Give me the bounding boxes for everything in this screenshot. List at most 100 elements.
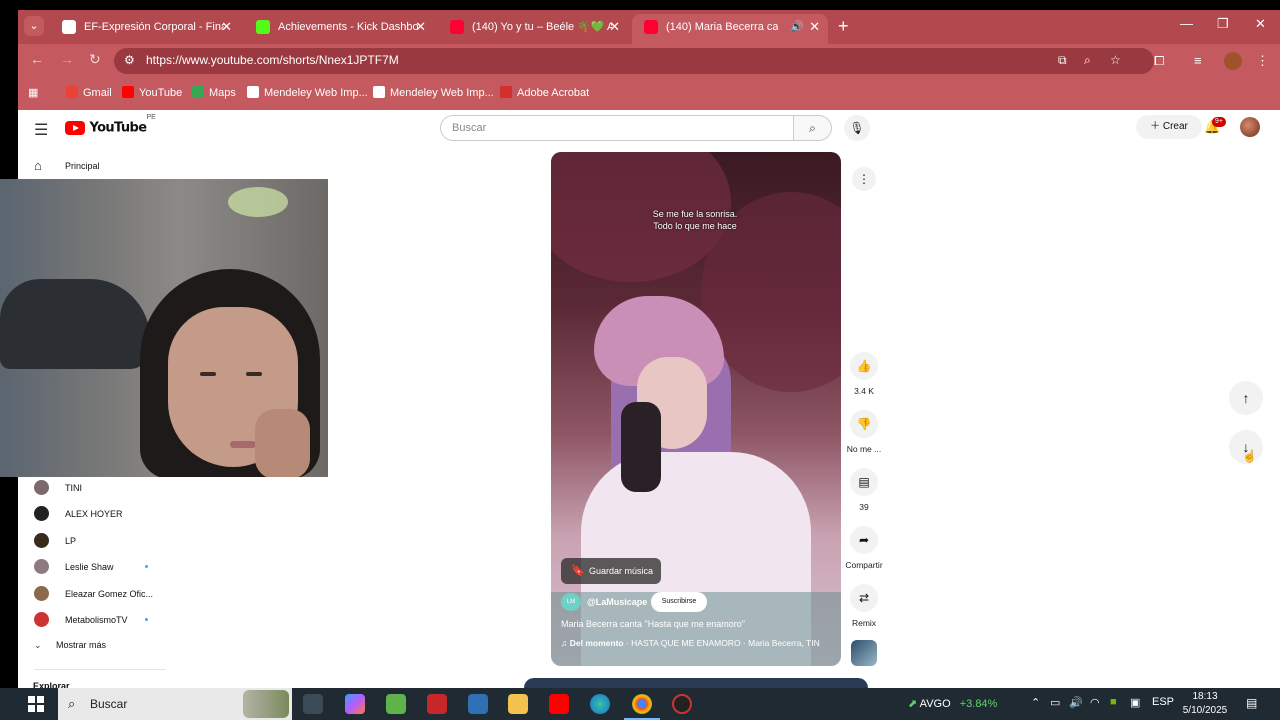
forward-icon[interactable]: → xyxy=(60,51,74,67)
search-icon: ⌕ xyxy=(809,121,816,135)
sound-thumbnail[interactable] xyxy=(851,640,877,666)
address-url: https://www.youtube.com/shorts/Nnex1JPTF… xyxy=(146,53,399,67)
tab-maria-becerra[interactable]: (140) Maria Becerra canta " 🔊 ✕ xyxy=(632,14,828,44)
install-app-icon[interactable]: ⧉ xyxy=(1058,53,1067,68)
app-icon[interactable] xyxy=(386,694,406,714)
bookmark-youtube[interactable]: YouTube xyxy=(122,86,182,99)
comments-action[interactable]: ▤ 39 xyxy=(839,468,889,512)
system-clock[interactable]: 18:13 5/10/2025 xyxy=(1180,690,1230,718)
previous-short-button[interactable]: ↑ xyxy=(1229,381,1263,415)
bookmark-mendeley-2[interactable]: Mendeley Web Imp... xyxy=(373,86,494,99)
apps-grid-icon[interactable]: ▦ xyxy=(28,86,38,99)
stock-widget[interactable]: ⬈ AVGO +3.84% xyxy=(908,697,997,710)
bookmark-adobe-acrobat[interactable]: Adobe Acrobat xyxy=(500,86,589,99)
acrobat-icon[interactable] xyxy=(427,694,447,714)
battery-icon[interactable]: ▭ xyxy=(1050,696,1060,709)
file-explorer-icon[interactable] xyxy=(508,694,528,714)
maps-icon xyxy=(192,86,204,98)
dislike-action[interactable]: 👎 No me ... xyxy=(839,410,889,454)
language-indicator[interactable]: ESP xyxy=(1152,696,1174,708)
tab-kick-dashboard[interactable]: Achievements - Kick Dashboard ✕ xyxy=(244,14,434,40)
subscription-leslie-shaw[interactable]: Leslie Shaw xyxy=(34,559,184,575)
bookmark-maps[interactable]: Maps xyxy=(192,86,236,99)
new-tab-button[interactable]: + xyxy=(838,16,849,36)
channel-handle[interactable]: @LaMusicape xyxy=(587,597,647,607)
menu-kebab-icon[interactable]: ⋮ xyxy=(1256,53,1269,69)
subscription-tini[interactable]: TINI xyxy=(34,480,184,496)
meet-icon[interactable]: ▣ xyxy=(1130,696,1140,709)
bookmark-mendeley-1[interactable]: Mendeley Web Imp... xyxy=(247,86,368,99)
back-icon[interactable]: ← xyxy=(30,51,44,67)
tab-close-icon[interactable]: ✕ xyxy=(609,14,620,40)
address-bar[interactable]: ⚙ https://www.youtube.com/shorts/Nnex1JP… xyxy=(114,48,1154,74)
channel-name: ALEX HOYER xyxy=(65,509,123,519)
share-action[interactable]: ➦ Compartir xyxy=(839,526,889,570)
chrome-icon[interactable] xyxy=(624,694,660,720)
bookmark-label: Gmail xyxy=(83,87,112,99)
tab-expresion-corporal[interactable]: EF-Expresión Corporal - Final E ✕ xyxy=(50,14,240,40)
hamburger-menu-icon[interactable]: ☰ xyxy=(34,120,48,140)
tab-close-icon[interactable]: ✕ xyxy=(221,14,232,40)
edge-icon[interactable] xyxy=(590,694,610,714)
taskbar-search-input[interactable]: ⌕ Buscar xyxy=(58,688,292,720)
thumbs-down-icon[interactable]: 👎 xyxy=(850,410,878,438)
home-icon[interactable]: ⌂ xyxy=(34,158,42,173)
tab-close-icon[interactable]: ✕ xyxy=(415,14,426,40)
minimize-icon[interactable]: — xyxy=(1180,16,1193,31)
media-controls-icon[interactable]: ≡ xyxy=(1194,53,1202,68)
obs-icon[interactable] xyxy=(672,694,692,714)
close-window-icon[interactable]: ✕ xyxy=(1255,16,1266,32)
subscription-metabolismotv[interactable]: MetabolismoTV xyxy=(34,612,184,628)
youtube-app-icon[interactable] xyxy=(549,694,569,714)
speaker-icon[interactable]: 🔊 xyxy=(790,14,804,40)
create-button[interactable]: ＋ Crear xyxy=(1136,115,1202,139)
tab-close-icon[interactable]: ✕ xyxy=(809,14,820,40)
channel-avatar xyxy=(34,612,49,627)
sidebar-item-home[interactable]: Principal xyxy=(65,161,100,171)
tab-favicon-icon xyxy=(644,20,658,34)
wifi-icon[interactable]: ◠ xyxy=(1090,696,1100,709)
music-attribution[interactable]: ♫ Del momento · HASTA QUE ME ENAMORO · M… xyxy=(561,638,820,648)
nvidia-icon[interactable]: ■ xyxy=(1110,696,1117,708)
thumbs-up-icon[interactable]: 👍 xyxy=(850,352,878,380)
save-music-button[interactable]: 🔖 Guardar música xyxy=(561,558,661,584)
site-info-icon[interactable]: ⚙ xyxy=(124,53,135,67)
tab-yo-y-tu[interactable]: (140) Yo y tu – Beéle 🌴💚 Ar ✕ xyxy=(438,14,628,40)
calculator-icon[interactable] xyxy=(468,694,488,714)
bookmark-gmail[interactable]: Gmail xyxy=(66,86,112,99)
reload-icon[interactable]: ↻ xyxy=(89,51,101,68)
like-action[interactable]: 👍 3.4 K xyxy=(839,352,889,396)
notification-center-icon[interactable]: ▤ xyxy=(1246,696,1257,710)
webcam-background-light xyxy=(228,187,288,217)
bookmark-star-icon[interactable]: ☆ xyxy=(1110,53,1121,67)
more-actions-icon[interactable]: ⋮ xyxy=(852,167,876,191)
windows-start-icon[interactable] xyxy=(28,696,44,712)
voice-search-button[interactable]: 🎙 xyxy=(844,115,870,141)
short-video-player[interactable]: Se me fue la sonrisa. Todo lo que me hac… xyxy=(551,152,841,666)
browser-toolbar: ← → ↻ ⚙ https://www.youtube.com/shorts/N… xyxy=(18,44,1280,78)
zoom-icon[interactable]: ⌕ xyxy=(1084,53,1091,68)
remix-icon[interactable]: ⇄ xyxy=(850,584,878,612)
account-avatar[interactable] xyxy=(1240,117,1260,137)
channel-avatar xyxy=(34,533,49,548)
search-input[interactable]: Buscar xyxy=(440,115,794,141)
chevron-up-icon[interactable]: ⌃ xyxy=(1031,696,1040,709)
task-view-icon[interactable] xyxy=(303,694,323,714)
subscription-lp[interactable]: LP xyxy=(34,533,184,549)
youtube-logo[interactable]: YouTubePE xyxy=(65,114,156,135)
subscribe-button[interactable]: Suscribirse xyxy=(651,592,707,612)
subscription-eleazar-gomez[interactable]: Eleazar Gomez Ofic... xyxy=(34,586,184,602)
comment-icon[interactable]: ▤ xyxy=(850,468,878,496)
share-icon[interactable]: ➦ xyxy=(850,526,878,554)
show-more-button[interactable]: ⌄ Mostrar más xyxy=(34,640,106,651)
search-button[interactable]: ⌕ xyxy=(794,115,832,141)
copilot-icon[interactable] xyxy=(345,694,365,714)
remix-action[interactable]: ⇄ Remix xyxy=(839,584,889,628)
extensions-icon[interactable]: ⧠ xyxy=(1154,53,1164,69)
profile-avatar[interactable] xyxy=(1224,52,1242,70)
channel-avatar[interactable]: LM xyxy=(561,593,581,611)
restore-icon[interactable]: ❐ xyxy=(1217,16,1229,32)
volume-icon[interactable]: 🔊 xyxy=(1069,696,1083,709)
subscription-alex-hoyer[interactable]: ALEX HOYER xyxy=(34,506,184,522)
tab-search-button[interactable]: ⌄ xyxy=(24,16,44,36)
